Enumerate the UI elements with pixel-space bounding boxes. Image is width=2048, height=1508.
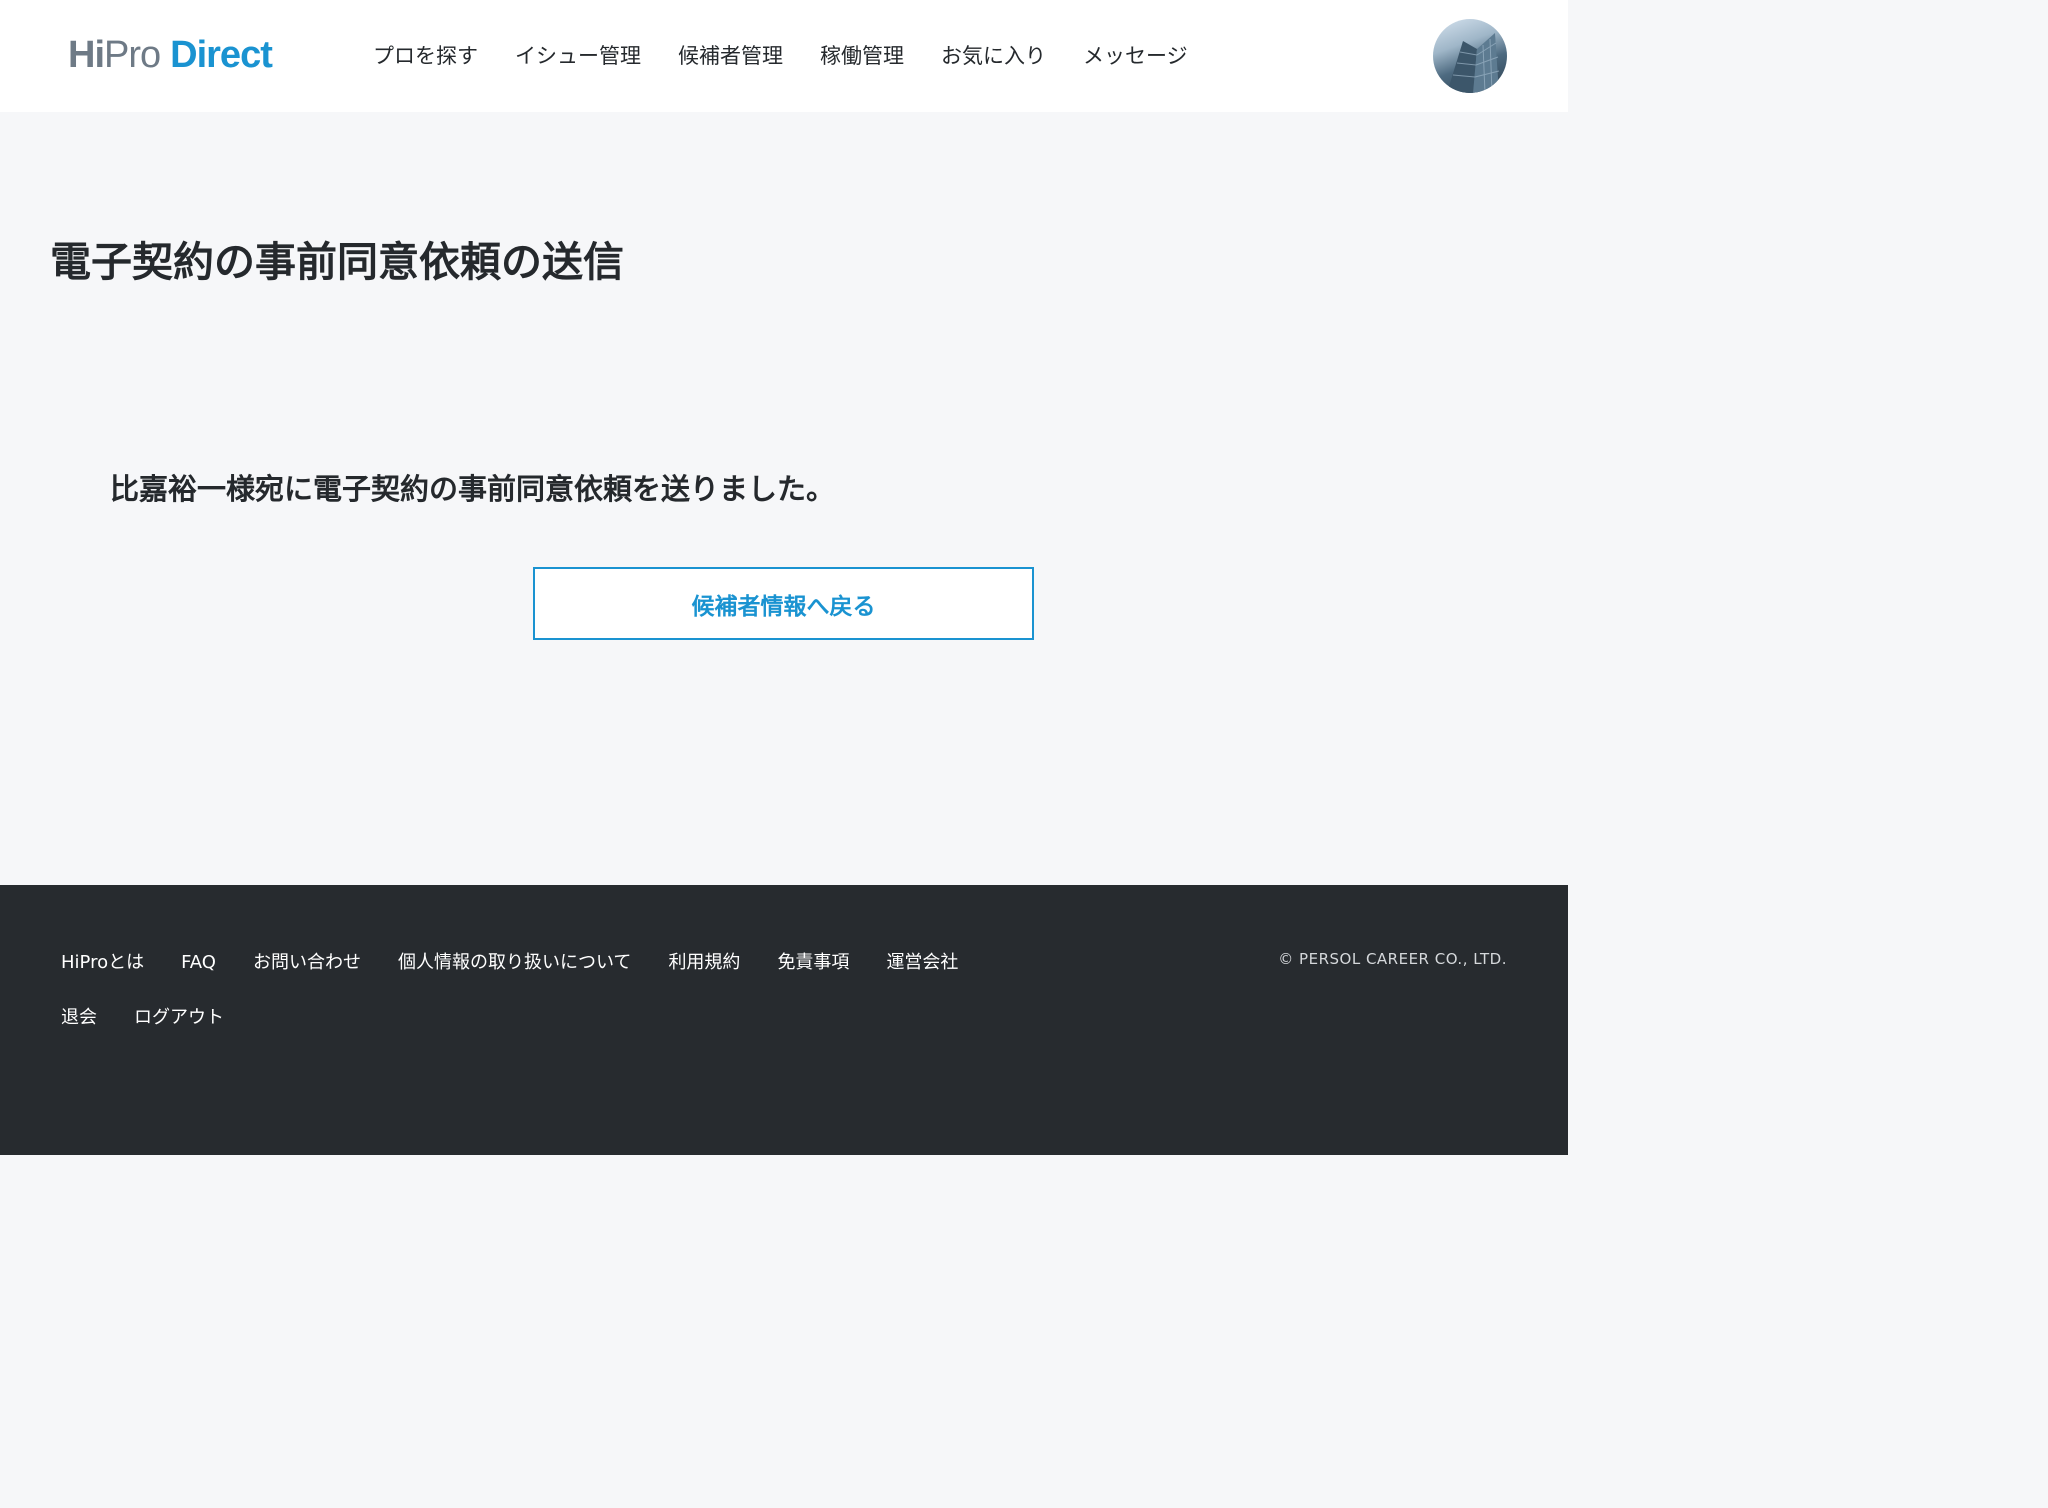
footer-link-about-hipro[interactable]: HiProとは xyxy=(61,945,144,981)
logo-part-hi: Hi xyxy=(68,34,105,76)
footer-link-company[interactable]: 運営会社 xyxy=(886,945,958,981)
footer-link-logout[interactable]: ログアウト xyxy=(134,1000,224,1036)
nav-item-messages[interactable]: メッセージ xyxy=(1083,38,1188,74)
building-photo-icon xyxy=(1447,33,1500,93)
site-header: Hi Pro Direct プロを探す イシュー管理 候補者管理 稼働管理 お気に入… xyxy=(0,0,1568,112)
main-nav: プロを探す イシュー管理 候補者管理 稼働管理 お気に入り メッセージ xyxy=(373,38,1225,74)
footer-link-withdraw[interactable]: 退会 xyxy=(61,1000,97,1036)
footer-links-row-2: 退会 ログアウト xyxy=(61,1000,261,1036)
footer-link-faq[interactable]: FAQ xyxy=(181,945,216,981)
hipro-direct-logo[interactable]: Hi Pro Direct xyxy=(68,30,273,80)
user-avatar[interactable] xyxy=(1433,19,1507,93)
nav-item-find-pro[interactable]: プロを探す xyxy=(373,38,478,74)
nav-item-candidate-management[interactable]: 候補者管理 xyxy=(678,38,783,74)
site-footer: HiProとは FAQ お問い合わせ 個人情報の取り扱いについて 利用規約 免責… xyxy=(0,885,1568,1155)
back-to-candidate-button[interactable]: 候補者情報へ戻る xyxy=(533,567,1034,640)
nav-item-favorites[interactable]: お気に入り xyxy=(941,38,1046,74)
footer-link-disclaimer[interactable]: 免責事項 xyxy=(777,945,849,981)
logo-part-direct: Direct xyxy=(170,34,273,76)
footer-link-terms[interactable]: 利用規約 xyxy=(668,945,740,981)
nav-item-work-management[interactable]: 稼働管理 xyxy=(820,38,904,74)
page-title: 電子契約の事前同意依頼の送信 xyxy=(50,238,624,286)
footer-link-contact[interactable]: お問い合わせ xyxy=(253,945,361,981)
logo-part-pro: Pro xyxy=(104,34,161,76)
footer-link-privacy[interactable]: 個人情報の取り扱いについて xyxy=(398,945,631,981)
confirmation-message: 比嘉裕一様宛に電子契約の事前同意依頼を送りました。 xyxy=(110,472,836,506)
footer-links-row-1: HiProとは FAQ お問い合わせ 個人情報の取り扱いについて 利用規約 免責… xyxy=(61,945,995,981)
copyright-text: © PERSOL CAREER CO., LTD. xyxy=(1278,950,1507,968)
nav-item-issue-management[interactable]: イシュー管理 xyxy=(515,38,641,74)
